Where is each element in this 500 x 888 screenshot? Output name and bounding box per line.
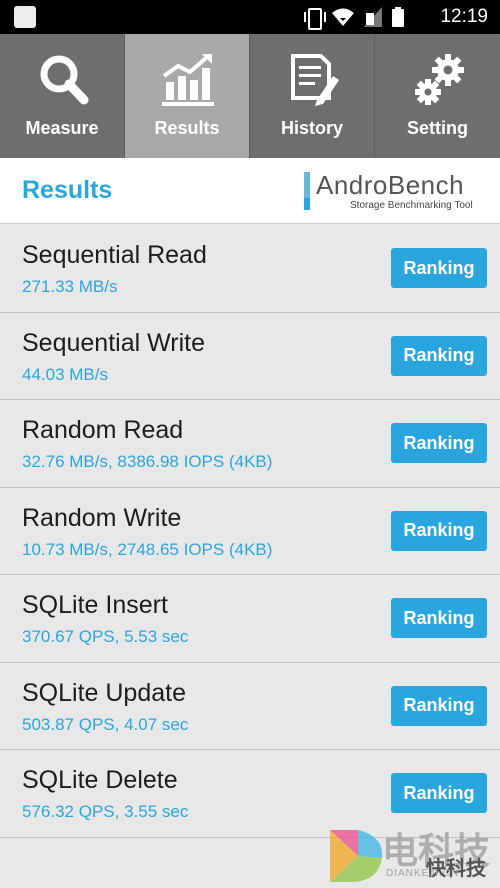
bar-chart-icon <box>162 54 214 106</box>
results-list: Sequential Read 271.33 MB/s Ranking Sequ… <box>0 225 500 838</box>
tab-label: Setting <box>407 118 468 138</box>
ranking-button[interactable]: Ranking <box>391 248 487 288</box>
result-name: Sequential Read <box>22 241 207 269</box>
watermark-logo-icon <box>330 830 383 882</box>
ranking-button[interactable]: Ranking <box>391 335 487 376</box>
result-value: 370.67 QPS, 5.53 sec <box>22 627 189 646</box>
ranking-button[interactable]: Ranking <box>391 423 487 463</box>
vibrate-icon <box>304 7 326 30</box>
result-row-random-read: Random Read 32.76 MB/s, 8386.98 IOPS (4K… <box>0 400 500 488</box>
wifi-icon <box>332 8 354 26</box>
status-bar: 12:19 <box>0 0 500 34</box>
result-row-random-write: Random Write 10.73 MB/s, 2748.65 IOPS (4… <box>0 487 500 575</box>
result-name: Random Read <box>22 416 184 444</box>
result-name: SQLite Update <box>22 678 186 707</box>
status-icons <box>304 7 404 30</box>
gears-icon <box>415 54 464 105</box>
battery-icon <box>392 7 404 27</box>
tab-bar: Measure Results History Setting <box>0 34 500 158</box>
ranking-button[interactable]: Ranking <box>391 510 487 551</box>
notification-icon <box>14 6 36 28</box>
result-value: 503.87 QPS, 4.07 sec <box>22 714 189 734</box>
watermark: 电科技 快科技 DIANKEJI.CN <box>326 822 500 888</box>
result-value: 32.76 MB/s, 8386.98 IOPS (4KB) <box>22 452 273 471</box>
page-title: Results <box>22 176 113 204</box>
tab-setting[interactable]: Setting <box>375 34 500 158</box>
result-value: 44.03 MB/s <box>22 364 108 384</box>
androbench-logo: AndroBench Storage Benchmarking Tool <box>304 170 484 216</box>
tab-measure[interactable]: Measure <box>0 34 125 158</box>
result-row-sqlite-insert: SQLite Insert 370.67 QPS, 5.53 sec Ranki… <box>0 575 500 663</box>
logo-text: AndroBench <box>316 170 465 200</box>
ranking-button[interactable]: Ranking <box>391 773 487 813</box>
status-time: 12:19 <box>440 6 488 27</box>
result-row-sqlite-update: SQLite Update 503.87 QPS, 4.07 sec Ranki… <box>0 662 500 750</box>
signal-icon <box>364 7 382 27</box>
logo-bar <box>304 172 310 210</box>
result-value: 271.33 MB/s <box>22 277 118 296</box>
ranking-button[interactable]: Ranking <box>391 685 487 726</box>
tab-label: Measure <box>25 118 99 138</box>
results-header: Results AndroBench Storage Benchmarking … <box>0 158 500 224</box>
watermark-subtext: DIANKEJI.CN <box>386 868 460 879</box>
result-value: 576.32 QPS, 3.55 sec <box>22 802 189 821</box>
tab-history[interactable]: History <box>250 34 375 158</box>
document-pencil-icon <box>291 54 339 106</box>
result-row-sequential-write: Sequential Write 44.03 MB/s Ranking <box>0 312 500 400</box>
logo-subtitle: Storage Benchmarking Tool <box>350 200 473 211</box>
result-value: 10.73 MB/s, 2748.65 IOPS (4KB) <box>22 539 273 559</box>
result-name: Sequential Write <box>22 328 205 357</box>
result-name: Random Write <box>22 503 182 532</box>
tab-results[interactable]: Results <box>125 34 250 158</box>
result-name: SQLite Delete <box>22 766 178 794</box>
ranking-button[interactable]: Ranking <box>391 598 487 638</box>
result-row-sequential-read: Sequential Read 271.33 MB/s Ranking <box>0 225 500 313</box>
result-name: SQLite Insert <box>22 591 168 619</box>
tab-label: History <box>280 118 343 138</box>
tab-label: Results <box>154 118 220 138</box>
magnifier-icon <box>40 55 89 105</box>
